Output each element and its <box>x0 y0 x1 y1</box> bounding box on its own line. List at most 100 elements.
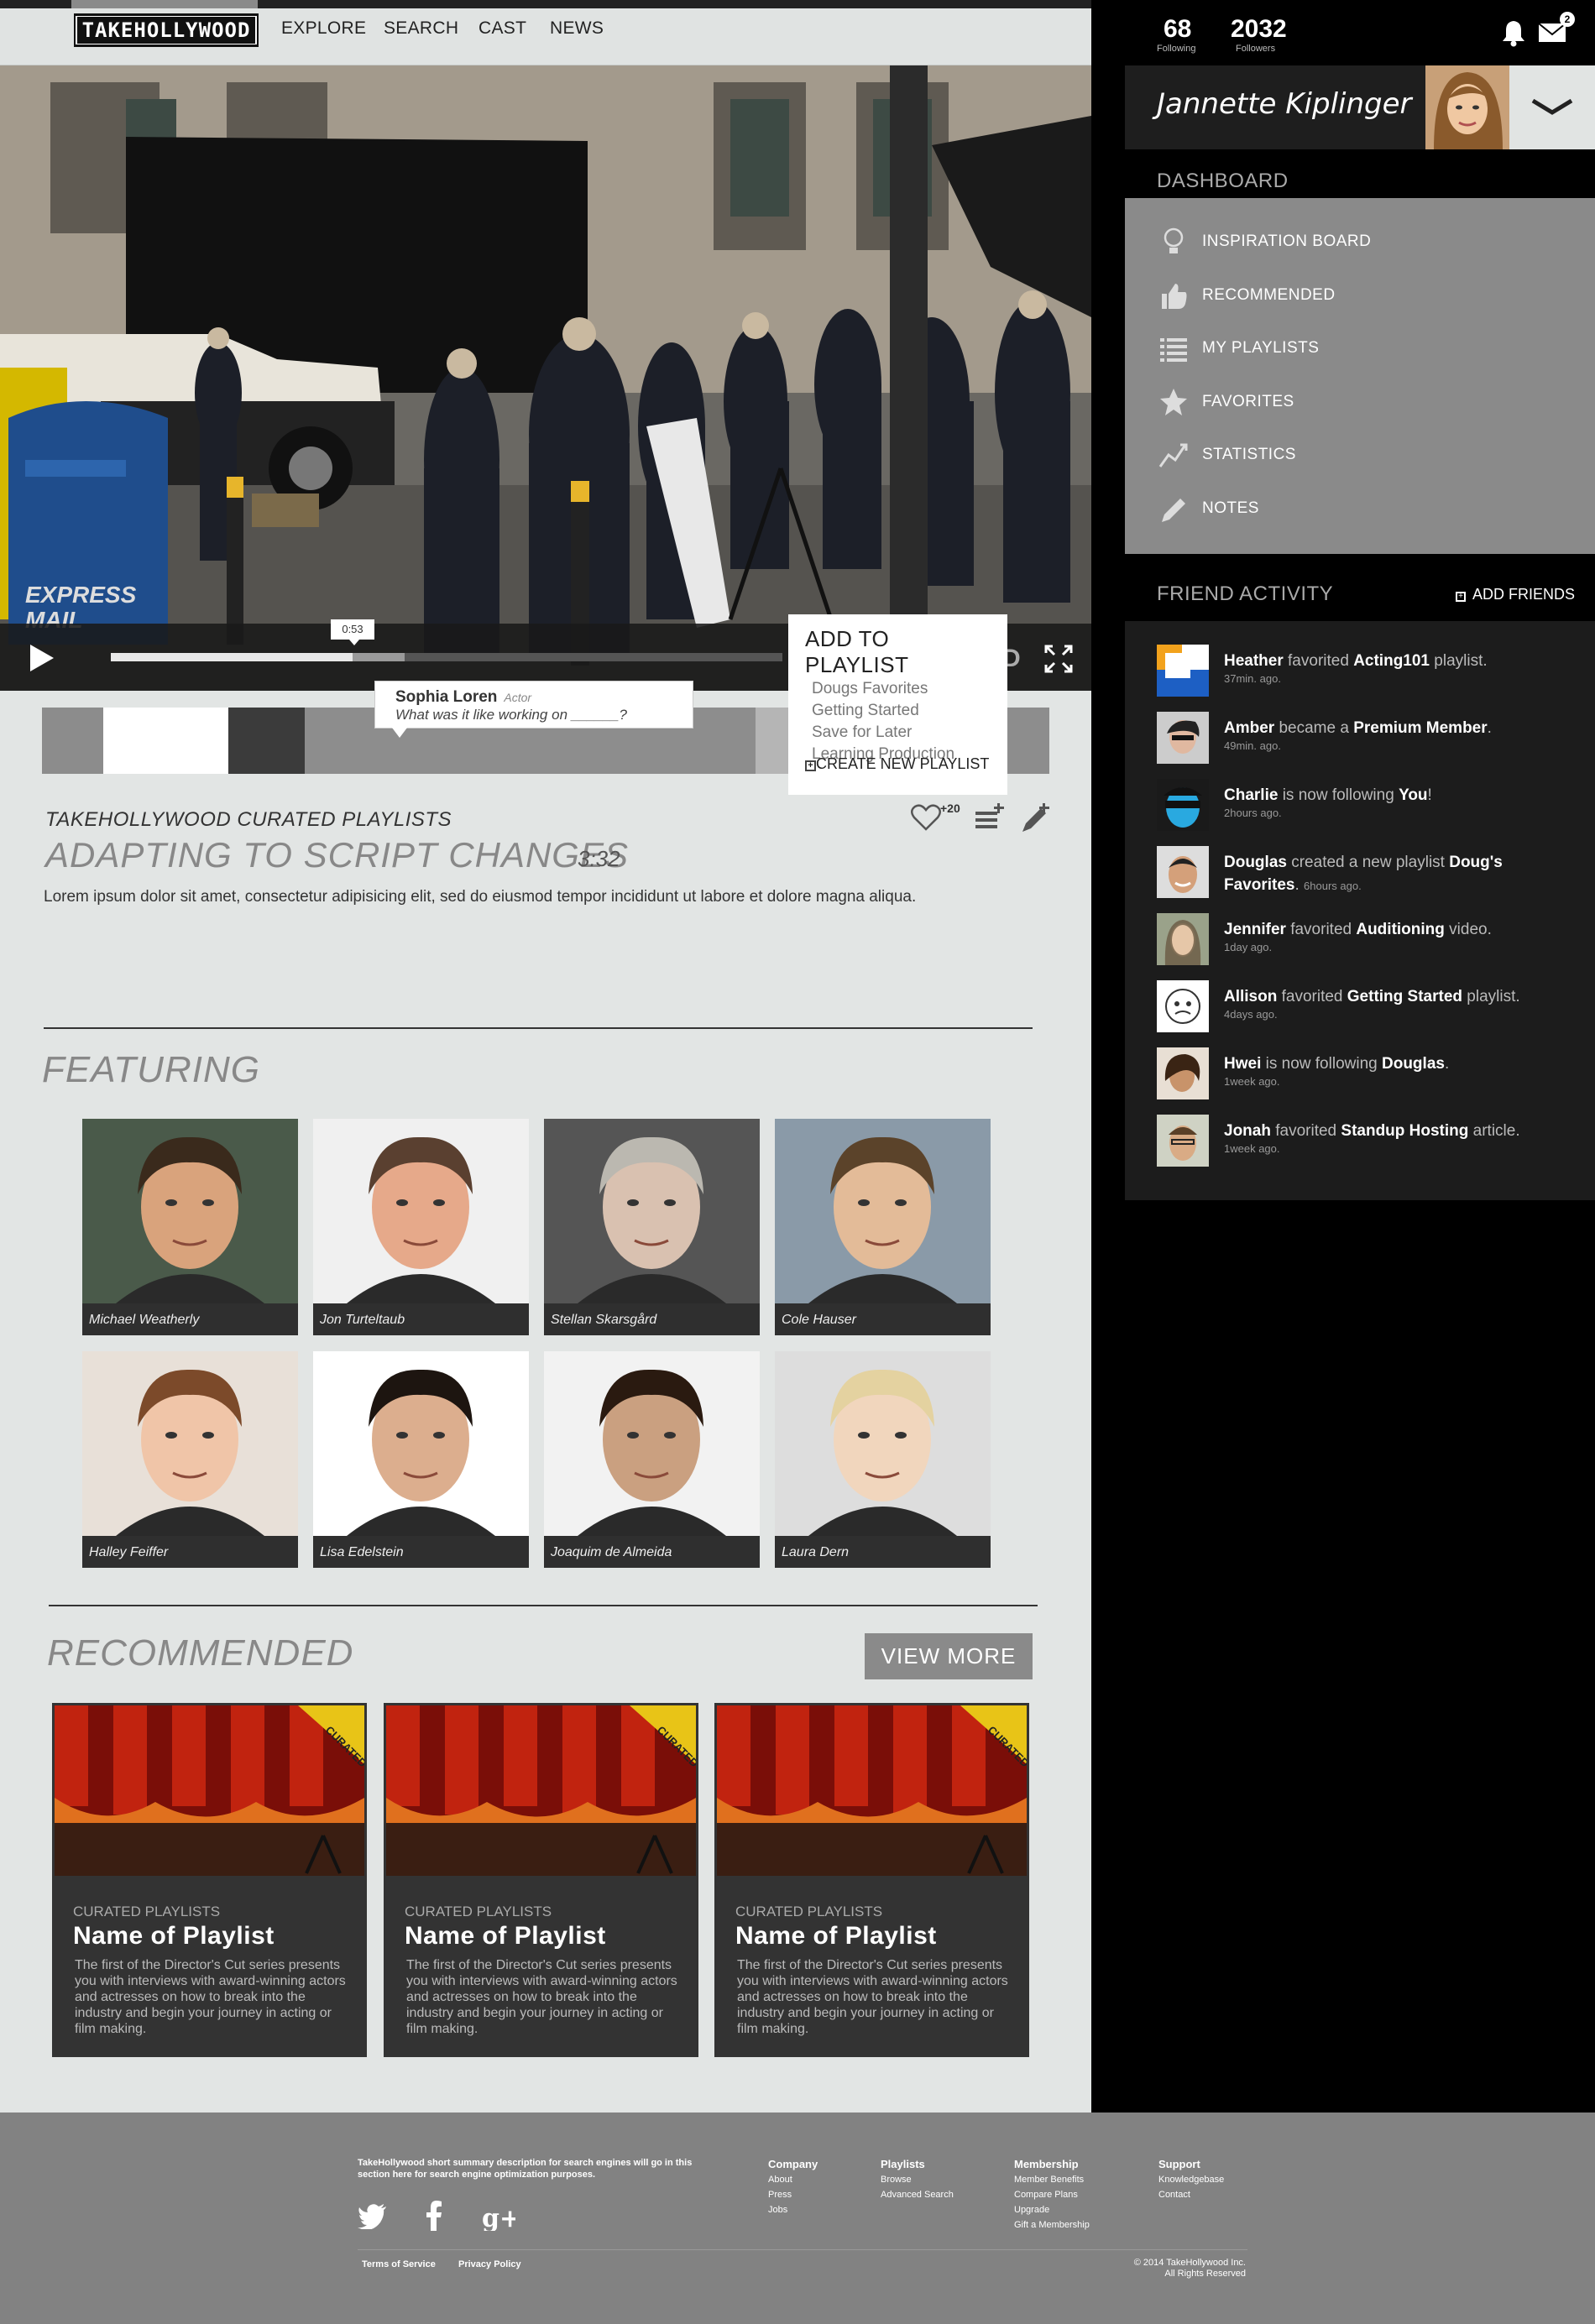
actor-card[interactable]: Jon Turteltaub <box>313 1119 529 1335</box>
actor-name: Michael Weatherly <box>82 1303 298 1335</box>
add-friends-button[interactable]: + ADD FRIENDS <box>1456 586 1575 603</box>
nav-cast[interactable]: CAST <box>478 18 526 39</box>
username[interactable]: Jannette Kiplinger <box>1157 87 1412 121</box>
actor-card[interactable]: Michael Weatherly <box>82 1119 298 1335</box>
nav-news[interactable]: NEWS <box>550 18 604 39</box>
timeline-swatch[interactable] <box>227 708 305 774</box>
activity-item[interactable]: Douglas created a new playlist Doug's Fa… <box>1157 846 1593 900</box>
terms-link[interactable]: Terms of Service <box>362 2259 436 2269</box>
footer-link[interactable]: Member Benefits <box>1014 2172 1090 2187</box>
footer-link[interactable]: Jobs <box>768 2202 818 2217</box>
friend-name[interactable]: Hwei <box>1224 1055 1261 1073</box>
followers-count[interactable]: 2032 <box>1231 15 1287 44</box>
playlist-card[interactable]: CURATED CURATED PLAYLISTS Name of Playli… <box>52 1703 367 2057</box>
actor-card[interactable]: Cole Hauser <box>775 1119 991 1335</box>
friend-name[interactable]: Heather <box>1224 652 1284 670</box>
timeline-swatch[interactable] <box>743 708 756 774</box>
friend-name[interactable]: Charlie <box>1224 786 1278 804</box>
activity-time: 6hours ago. <box>1304 880 1362 892</box>
playlist-option[interactable]: Save for Later <box>812 722 991 744</box>
google-plus-icon[interactable]: g+ <box>482 2204 515 2231</box>
dashboard-item[interactable]: MY PLAYLISTS <box>1157 332 1577 365</box>
activity-item[interactable]: Heather favorited Acting101 playlist. 37… <box>1157 645 1593 698</box>
footer-link[interactable]: Browse <box>881 2172 954 2187</box>
activity-action: favorited <box>1275 1122 1337 1140</box>
activity-target[interactable]: Premium Member <box>1353 719 1487 737</box>
facebook-icon[interactable] <box>425 2201 443 2231</box>
logo[interactable]: TAKEHOLLYWOOD <box>74 13 259 47</box>
create-new-playlist-button[interactable]: + CREATE NEW PLAYLIST <box>805 755 989 773</box>
actor-card[interactable]: Lisa Edelstein <box>313 1351 529 1568</box>
dashboard-item[interactable]: RECOMMENDED <box>1157 279 1577 312</box>
actor-card[interactable]: Halley Feiffer <box>82 1351 298 1568</box>
add-to-playlist-popup: ADD TO PLAYLIST Dougs Favorites Getting … <box>788 614 1007 795</box>
heart-icon[interactable] <box>909 801 943 834</box>
fullscreen-icon[interactable] <box>1044 645 1073 673</box>
user-dropdown[interactable] <box>1509 65 1595 149</box>
footer-link[interactable]: Press <box>768 2187 818 2202</box>
timeline-swatch[interactable] <box>102 708 228 774</box>
activity-target[interactable]: Auditioning <box>1356 921 1445 938</box>
friend-name[interactable]: Jennifer <box>1224 921 1286 938</box>
activity-text: Jonah favorited Standup Hosting article.… <box>1224 1120 1577 1156</box>
dashboard-item[interactable]: INSPIRATION BOARD <box>1157 225 1577 259</box>
activity-item[interactable]: Amber became a Premium Member. 49min. ag… <box>1157 712 1593 765</box>
create-new-playlist-label: CREATE NEW PLAYLIST <box>816 755 990 772</box>
add-note-icon[interactable] <box>1019 802 1053 835</box>
activity-suffix: . <box>1444 1055 1450 1073</box>
friend-name[interactable]: Allison <box>1224 988 1277 1005</box>
footer-link[interactable]: Compare Plans <box>1014 2187 1090 2202</box>
play-icon[interactable] <box>30 645 54 671</box>
footer-link[interactable]: Knowledgebase <box>1158 2172 1224 2187</box>
svg-text:g+: g+ <box>482 2204 515 2231</box>
view-more-button[interactable]: VIEW MORE <box>865 1633 1033 1679</box>
dashboard-item[interactable]: FAVORITES <box>1157 385 1577 419</box>
activity-item[interactable]: Allison favorited Getting Started playli… <box>1157 980 1593 1034</box>
activity-target[interactable]: You <box>1399 786 1427 804</box>
playlist-card[interactable]: CURATED CURATED PLAYLISTS Name of Playli… <box>384 1703 698 2057</box>
friend-name[interactable]: Jonah <box>1224 1122 1271 1140</box>
activity-item[interactable]: Charlie is now following You! 2hours ago… <box>1157 779 1593 833</box>
add-to-list-icon[interactable] <box>974 802 1007 835</box>
footer-link[interactable]: Upgrade <box>1014 2202 1090 2217</box>
timeline-swatch[interactable] <box>42 708 103 774</box>
actor-card[interactable]: Stellan Skarsgård <box>544 1119 760 1335</box>
footer-link[interactable]: Gift a Membership <box>1014 2217 1090 2233</box>
nav-explore[interactable]: EXPLORE <box>281 18 366 39</box>
friend-name[interactable]: Douglas <box>1224 854 1287 871</box>
add-to-playlist-title: ADD TO PLAYLIST <box>805 626 909 677</box>
footer-link[interactable]: About <box>768 2172 818 2187</box>
footer-column: Support Knowledgebase Contact <box>1158 2157 1224 2202</box>
twitter-icon[interactable] <box>358 2202 388 2229</box>
actor-photo <box>82 1351 298 1536</box>
comment-tooltip[interactable]: Sophia Loren Actor What was it like worki… <box>374 681 693 738</box>
footer-link[interactable]: Contact <box>1158 2187 1224 2202</box>
following-count[interactable]: 68 <box>1164 15 1191 44</box>
activity-item[interactable]: Jennifer favorited Auditioning video. 1d… <box>1157 913 1593 967</box>
playlist-option[interactable]: Dougs Favorites <box>812 678 991 700</box>
footer-column: Company About Press Jobs <box>768 2157 818 2217</box>
like-count: +20 <box>940 802 960 815</box>
bell-icon[interactable] <box>1499 18 1528 47</box>
activity-target[interactable]: Getting Started <box>1347 988 1462 1005</box>
video-description: Lorem ipsum dolor sit amet, consectetur … <box>44 888 917 906</box>
activity-item[interactable]: Hwei is now following Douglas. 1week ago… <box>1157 1047 1593 1101</box>
footer-link[interactable]: Advanced Search <box>881 2187 954 2202</box>
activity-target[interactable]: Acting101 <box>1353 652 1430 670</box>
playlist-card[interactable]: CURATED CURATED PLAYLISTS Name of Playli… <box>714 1703 1029 2057</box>
dashboard-item[interactable]: NOTES <box>1157 492 1577 525</box>
activity-target[interactable]: Douglas <box>1382 1055 1445 1073</box>
avatar[interactable] <box>1425 65 1509 149</box>
dashboard-item[interactable]: STATISTICS <box>1157 438 1577 472</box>
activity-item[interactable]: Jonah favorited Standup Hosting article.… <box>1157 1115 1593 1168</box>
privacy-link[interactable]: Privacy Policy <box>458 2259 521 2269</box>
nav-search[interactable]: SEARCH <box>384 18 458 39</box>
activity-target[interactable]: Standup Hosting <box>1341 1122 1468 1140</box>
friend-name[interactable]: Amber <box>1224 719 1274 737</box>
actor-card[interactable]: Laura Dern <box>775 1351 991 1568</box>
progress-played <box>111 653 353 661</box>
playlist-option[interactable]: Getting Started <box>812 700 991 722</box>
video-player[interactable]: EXPRESS MAIL <box>0 65 1091 691</box>
actor-card[interactable]: Joaquim de Almeida <box>544 1351 760 1568</box>
activity-time: 1day ago. <box>1224 941 1273 953</box>
